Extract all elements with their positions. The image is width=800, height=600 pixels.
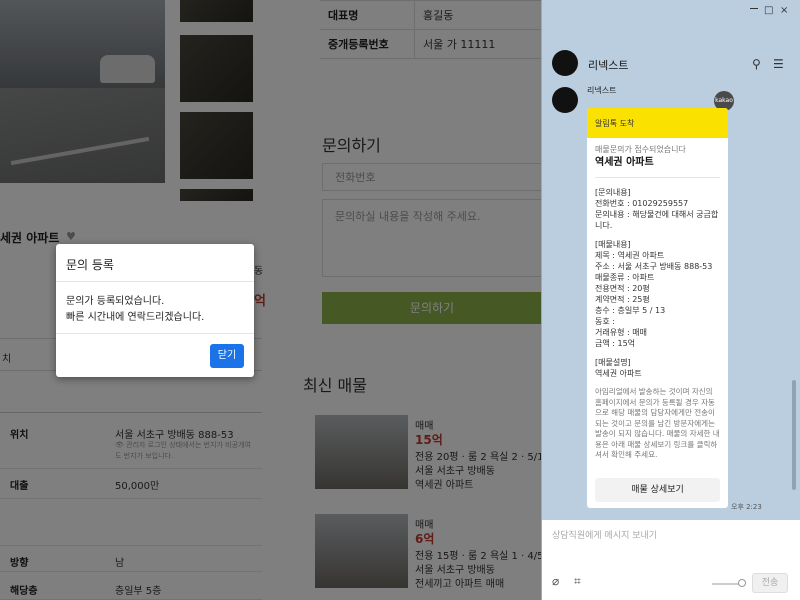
chat-name: 리넥스트: [588, 59, 629, 72]
send-button[interactable]: 전송: [752, 573, 788, 593]
dialog-footer: 닫기: [56, 333, 254, 377]
dialog-body: 문의가 등록되었습니다. 빠른 시간내에 연락드리겠습니다.: [56, 282, 254, 332]
maximize-icon[interactable]: □: [764, 5, 773, 16]
detail-line: 거래유형 : 매매: [595, 328, 647, 337]
inquiry-section: [문의내용]: [595, 188, 631, 197]
attach-icon[interactable]: ⌀: [552, 574, 559, 588]
inquiry-registered-dialog: 문의 등록 문의가 등록되었습니다. 빠른 시간내에 연락드리겠습니다. 닫기: [56, 244, 254, 377]
detail-line: 동호 :: [595, 317, 615, 326]
received-text: 매물문의가 접수되었습니다: [595, 145, 686, 154]
menu-icon[interactable]: ☰: [773, 57, 784, 71]
detail-line: 제목 : 역세권 아파트: [595, 251, 665, 260]
slider-track[interactable]: [712, 583, 740, 585]
detail-line: 계약면적 : 25평: [595, 295, 650, 304]
chat-window: 리넥스트 ⚲ ☰ 리넥스트 kakao 알림톡 도착 매물문의가 접수되었습니다…: [541, 25, 800, 600]
desc-section: [매물설명]: [595, 358, 631, 367]
dialog-title: 문의 등록: [56, 244, 254, 282]
sender-avatar[interactable]: [552, 87, 578, 113]
chat-header: 리넥스트 ⚲ ☰: [542, 25, 800, 76]
search-icon[interactable]: ⚲: [752, 57, 761, 71]
chat-window-titlebar: □ ×: [541, 0, 800, 25]
message-property-name: 역세권 아파트: [595, 157, 654, 168]
dialog-line: 빠른 시간내에 연락드리겠습니다.: [66, 312, 205, 323]
detail-line: 주소 : 서울 서초구 방배동 888-53: [595, 262, 713, 271]
property-section: [매물내용]: [595, 240, 631, 249]
desc-line: 역세권 아파트: [595, 369, 642, 378]
alert-header: 알림톡 도착: [587, 108, 728, 138]
slider-knob[interactable]: [738, 579, 746, 587]
detail-line: 금액 : 15억: [595, 339, 636, 348]
minimize-icon[interactable]: [750, 8, 758, 9]
message-body: 매물문의가 접수되었습니다 역세권 아파트 [문의내용] 전화번호 : 0102…: [587, 138, 728, 467]
content-line: 문의내용 : 해당물건에 대해서 궁금합니다.: [595, 210, 719, 230]
phone-line: 전화번호 : 01029259557: [595, 199, 689, 208]
chat-scrollbar[interactable]: [792, 380, 796, 490]
footer-note: 아임리얼에서 발송하는 것이며 자신의 홈페이지에서 문의가 등록될 경우 자동…: [595, 387, 720, 459]
detail-line: 층수 : 층일부 5 / 13: [595, 306, 666, 315]
detail-line: 매물종류 : 아파트: [595, 273, 655, 282]
property-detail-button[interactable]: 매물 상세보기: [595, 478, 720, 502]
close-icon[interactable]: ×: [780, 5, 788, 16]
message-time: 오후 2:23: [731, 503, 762, 511]
message-composer: 상담직원에게 메시지 보내기 ⌀ ⌗ 전송: [542, 520, 800, 600]
detail-line: 전용면적 : 20평: [595, 284, 650, 293]
dialog-line: 문의가 등록되었습니다.: [66, 296, 165, 307]
crop-icon[interactable]: ⌗: [574, 574, 581, 589]
sender-name: 리넥스트: [587, 86, 617, 95]
message-input[interactable]: 상담직원에게 메시지 보내기: [552, 528, 657, 541]
alimtalk-message: 알림톡 도착 매물문의가 접수되었습니다 역세권 아파트 [문의내용] 전화번호…: [587, 108, 728, 508]
profile-avatar[interactable]: [552, 50, 578, 76]
close-button[interactable]: 닫기: [210, 344, 244, 368]
